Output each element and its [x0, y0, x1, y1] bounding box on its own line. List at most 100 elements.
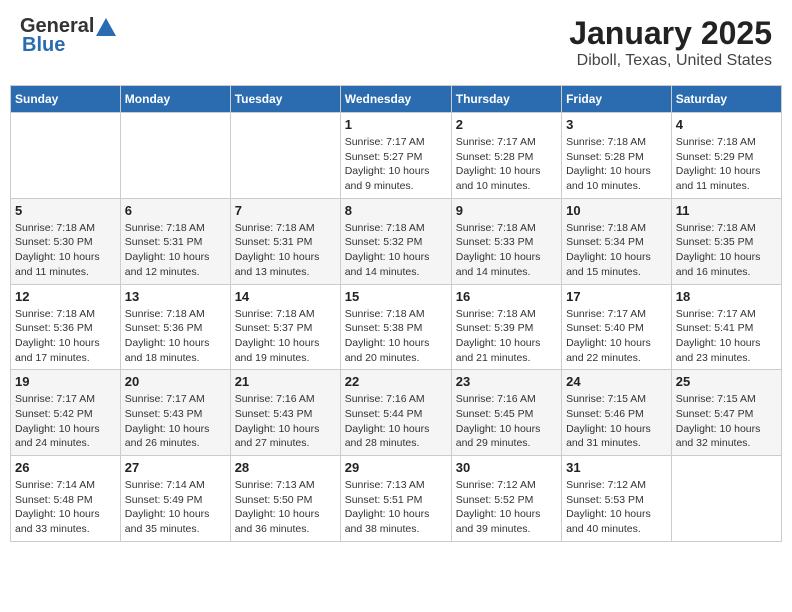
calendar-cell: 8Sunrise: 7:18 AMSunset: 5:32 PMDaylight… [340, 198, 451, 284]
day-of-week-header: Monday [120, 86, 230, 113]
day-of-week-header: Sunday [11, 86, 121, 113]
day-number: 6 [125, 203, 226, 218]
calendar-cell: 30 Sunrise: 7:12 AMSunset: 5:52 PMDayligh… [451, 456, 561, 542]
day-number: 18 [676, 289, 777, 304]
day-info: Sunrise: 7:15 AMSunset: 5:47 PMDaylight:… [676, 392, 777, 451]
day-number: 27 [125, 460, 226, 475]
calendar-cell: 25Sunrise: 7:15 AMSunset: 5:47 PMDayligh… [671, 370, 781, 456]
logo: General Blue [20, 15, 116, 57]
calendar-cell: 27 Sunrise: 7:14 AMSunset: 5:49 PMDayligh… [120, 456, 230, 542]
calendar-week-row: 5 Sunrise: 7:18 AMSunset: 5:30 PMDaylight… [11, 198, 782, 284]
calendar-cell: 15Sunrise: 7:18 AMSunset: 5:38 PMDayligh… [340, 284, 451, 370]
calendar-cell: 17 Sunrise: 7:17 AMSunset: 5:40 PMDayligh… [562, 284, 672, 370]
day-info: Sunrise: 7:18 AMSunset: 5:36 PMDaylight:… [15, 307, 116, 366]
day-info: Sunrise: 7:18 AMSunset: 5:28 PMDaylight:… [566, 135, 667, 194]
page-header: General Blue January 2025 Diboll, Texas,… [10, 10, 782, 75]
day-info: Sunrise: 7:18 AMSunset: 5:36 PMDaylight:… [125, 307, 226, 366]
day-number: 14 [235, 289, 336, 304]
calendar-cell: 24 Sunrise: 7:15 AMSunset: 5:46 PMDayligh… [562, 370, 672, 456]
calendar-cell [230, 113, 340, 199]
calendar-cell: 12 Sunrise: 7:18 AMSunset: 5:36 PMDayligh… [11, 284, 121, 370]
calendar-cell: 26Sunrise: 7:14 AMSunset: 5:48 PMDayligh… [11, 456, 121, 542]
day-number: 5 [15, 203, 116, 218]
day-info: Sunrise: 7:15 AMSunset: 5:46 PMDaylight:… [566, 392, 667, 451]
day-number: 29 [345, 460, 447, 475]
day-number: 12 [15, 289, 116, 304]
day-info: Sunrise: 7:17 AMSunset: 5:41 PMDaylight:… [676, 307, 777, 366]
calendar-cell: 1 Sunrise: 7:17 AMSunset: 5:27 PMDaylight… [340, 113, 451, 199]
calendar-cell: 3 Sunrise: 7:18 AMSunset: 5:28 PMDaylight… [562, 113, 672, 199]
day-of-week-header: Tuesday [230, 86, 340, 113]
day-info: Sunrise: 7:16 AMSunset: 5:43 PMDaylight:… [235, 392, 336, 451]
calendar-week-row: 19Sunrise: 7:17 AMSunset: 5:42 PMDayligh… [11, 370, 782, 456]
day-of-week-header: Wednesday [340, 86, 451, 113]
day-info: Sunrise: 7:14 AMSunset: 5:49 PMDaylight:… [125, 478, 226, 537]
day-number: 9 [456, 203, 557, 218]
day-number: 1 [345, 117, 447, 132]
calendar-cell [11, 113, 121, 199]
month-title: January 2025 [569, 15, 772, 52]
calendar-cell: 16Sunrise: 7:18 AMSunset: 5:39 PMDayligh… [451, 284, 561, 370]
day-info: Sunrise: 7:18 AMSunset: 5:37 PMDaylight:… [235, 307, 336, 366]
calendar-cell: 22 Sunrise: 7:16 AMSunset: 5:44 PMDayligh… [340, 370, 451, 456]
day-number: 17 [566, 289, 667, 304]
day-number: 31 [566, 460, 667, 475]
day-number: 21 [235, 374, 336, 389]
day-info: Sunrise: 7:12 AMSunset: 5:52 PMDaylight:… [456, 478, 557, 537]
day-number: 24 [566, 374, 667, 389]
day-number: 8 [345, 203, 447, 218]
day-info: Sunrise: 7:16 AMSunset: 5:44 PMDaylight:… [345, 392, 447, 451]
location-title: Diboll, Texas, United States [569, 52, 772, 70]
day-info: Sunrise: 7:16 AMSunset: 5:45 PMDaylight:… [456, 392, 557, 451]
day-number: 3 [566, 117, 667, 132]
calendar-cell [120, 113, 230, 199]
calendar-cell: 9 Sunrise: 7:18 AMSunset: 5:33 PMDaylight… [451, 198, 561, 284]
day-number: 26 [15, 460, 116, 475]
day-info: Sunrise: 7:17 AMSunset: 5:43 PMDaylight:… [125, 392, 226, 451]
day-info: Sunrise: 7:18 AMSunset: 5:35 PMDaylight:… [676, 221, 777, 280]
calendar-cell: 5 Sunrise: 7:18 AMSunset: 5:30 PMDaylight… [11, 198, 121, 284]
calendar-cell: 18 Sunrise: 7:17 AMSunset: 5:41 PMDayligh… [671, 284, 781, 370]
calendar-cell: 21 Sunrise: 7:16 AMSunset: 5:43 PMDayligh… [230, 370, 340, 456]
day-info: Sunrise: 7:13 AMSunset: 5:50 PMDaylight:… [235, 478, 336, 537]
day-info: Sunrise: 7:17 AMSunset: 5:28 PMDaylight:… [456, 135, 557, 194]
calendar-cell: 2 Sunrise: 7:17 AMSunset: 5:28 PMDaylight… [451, 113, 561, 199]
logo-text-blue: Blue [22, 34, 65, 57]
day-info: Sunrise: 7:18 AMSunset: 5:34 PMDaylight:… [566, 221, 667, 280]
day-info: Sunrise: 7:17 AMSunset: 5:40 PMDaylight:… [566, 307, 667, 366]
calendar-cell: 23 Sunrise: 7:16 AMSunset: 5:45 PMDayligh… [451, 370, 561, 456]
day-info: Sunrise: 7:18 AMSunset: 5:31 PMDaylight:… [125, 221, 226, 280]
day-info: Sunrise: 7:18 AMSunset: 5:33 PMDaylight:… [456, 221, 557, 280]
calendar-cell: 28 Sunrise: 7:13 AMSunset: 5:50 PMDayligh… [230, 456, 340, 542]
day-of-week-header: Friday [562, 86, 672, 113]
day-number: 16 [456, 289, 557, 304]
day-number: 10 [566, 203, 667, 218]
day-info: Sunrise: 7:13 AMSunset: 5:51 PMDaylight:… [345, 478, 447, 537]
calendar-cell: 13Sunrise: 7:18 AMSunset: 5:36 PMDayligh… [120, 284, 230, 370]
day-info: Sunrise: 7:17 AMSunset: 5:42 PMDaylight:… [15, 392, 116, 451]
calendar-cell: 4 Sunrise: 7:18 AMSunset: 5:29 PMDaylight… [671, 113, 781, 199]
calendar-week-row: 26Sunrise: 7:14 AMSunset: 5:48 PMDayligh… [11, 456, 782, 542]
day-of-week-header: Saturday [671, 86, 781, 113]
calendar-cell: 20 Sunrise: 7:17 AMSunset: 5:43 PMDayligh… [120, 370, 230, 456]
day-info: Sunrise: 7:18 AMSunset: 5:29 PMDaylight:… [676, 135, 777, 194]
day-info: Sunrise: 7:17 AMSunset: 5:27 PMDaylight:… [345, 135, 447, 194]
day-number: 22 [345, 374, 447, 389]
day-of-week-header: Thursday [451, 86, 561, 113]
calendar-week-row: 1 Sunrise: 7:17 AMSunset: 5:27 PMDaylight… [11, 113, 782, 199]
day-number: 2 [456, 117, 557, 132]
calendar-table: SundayMondayTuesdayWednesdayThursdayFrid… [10, 85, 782, 542]
calendar-cell: 14 Sunrise: 7:18 AMSunset: 5:37 PMDayligh… [230, 284, 340, 370]
day-number: 28 [235, 460, 336, 475]
day-info: Sunrise: 7:18 AMSunset: 5:30 PMDaylight:… [15, 221, 116, 280]
day-number: 7 [235, 203, 336, 218]
title-area: January 2025 Diboll, Texas, United State… [569, 15, 772, 70]
day-info: Sunrise: 7:18 AMSunset: 5:31 PMDaylight:… [235, 221, 336, 280]
calendar-cell: 6 Sunrise: 7:18 AMSunset: 5:31 PMDaylight… [120, 198, 230, 284]
day-number: 4 [676, 117, 777, 132]
day-number: 30 [456, 460, 557, 475]
calendar-cell: 31Sunrise: 7:12 AMSunset: 5:53 PMDayligh… [562, 456, 672, 542]
day-number: 15 [345, 289, 447, 304]
day-number: 20 [125, 374, 226, 389]
day-number: 23 [456, 374, 557, 389]
